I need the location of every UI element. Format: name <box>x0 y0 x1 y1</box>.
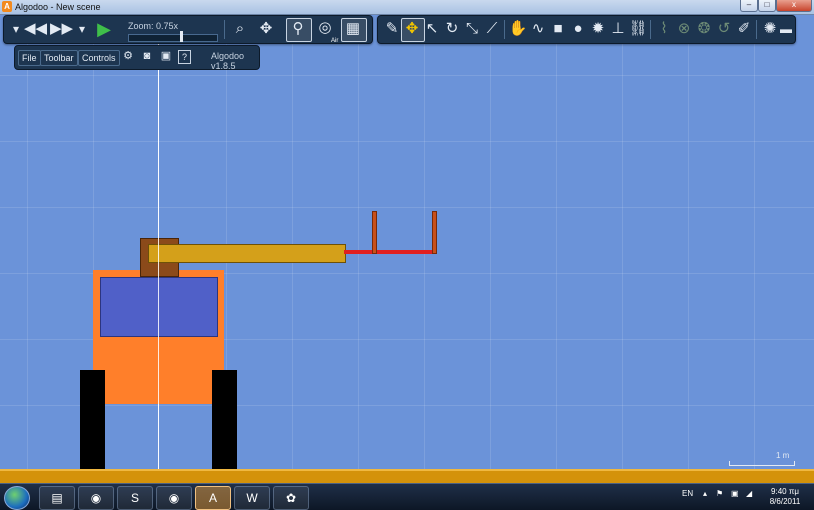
move-tool-icon[interactable]: ✥ <box>402 19 422 39</box>
robot-right-leg[interactable] <box>212 370 237 469</box>
chain-icon[interactable]: ⛓ <box>628 19 648 39</box>
menu-dropdown-icon[interactable]: ▾ <box>6 19 26 39</box>
volume-icon[interactable]: ◢ <box>746 489 752 498</box>
grid-line <box>358 15 359 483</box>
tray-expand-icon[interactable]: ▴ <box>703 489 707 498</box>
window-title: Algodoo - New scene <box>15 2 101 12</box>
toolbar-separator <box>224 20 225 39</box>
fast-forward-icon[interactable]: ▶▶ <box>50 19 73 39</box>
explorer-icon[interactable]: ▤ <box>39 486 75 510</box>
clock-time: 9:40 πμ <box>771 487 799 496</box>
robot-left-leg[interactable] <box>80 370 105 469</box>
eraser-icon[interactable]: ▬ <box>776 19 796 39</box>
close-button[interactable]: x <box>776 0 812 12</box>
tools-toolbar: ✎ ✥ ↖ ↻ ⤡ ⟋ ✋ ∿ ■ ● ✹ ⊥ ⛓ ⌇ ⊗ ❂ ↺ ✐ ✺ ▬ <box>377 15 796 44</box>
zoom-slider[interactable] <box>128 34 218 42</box>
controls-button[interactable]: Controls <box>78 50 120 66</box>
grid-line <box>424 15 425 483</box>
menu-toolbar: File Toolbar Controls ⚙ ◙ ▣ ? Algodoo v1… <box>14 45 260 71</box>
axle-icon[interactable]: ❂ <box>694 19 714 39</box>
algodoo-icon[interactable]: A <box>195 486 231 510</box>
simulation-toolbar: ▾ ◀◀ ▶▶ ▾ ▶ Zoom: 0.75x ⌕ ✥ ⚲ ◎ Air ▦ <box>3 15 373 44</box>
grid-line <box>0 75 814 76</box>
knife-icon[interactable]: ⟋ <box>482 19 502 39</box>
camera-icon[interactable]: ◙ <box>140 49 154 64</box>
title-bar: A Algodoo - New scene – □ x <box>0 0 814 15</box>
box-icon[interactable]: ■ <box>548 19 568 39</box>
firefox-icon[interactable]: ◉ <box>156 486 192 510</box>
pen-icon[interactable]: ✐ <box>734 19 754 39</box>
skype-icon[interactable]: S <box>117 486 153 510</box>
rewind-icon[interactable]: ◀◀ <box>24 19 47 39</box>
sketch-icon[interactable]: ✎ <box>382 19 402 39</box>
grid-line <box>27 15 28 483</box>
air-label: Air <box>331 38 339 44</box>
circle-icon[interactable]: ● <box>568 19 588 39</box>
word-icon[interactable]: W <box>234 486 270 510</box>
grid-line <box>0 141 814 142</box>
drag-icon[interactable]: ↖ <box>422 19 442 39</box>
maximize-button[interactable]: □ <box>758 0 776 12</box>
spring-icon[interactable]: ⌇ <box>654 19 674 39</box>
gravity-icon[interactable]: ⚲ <box>288 19 308 39</box>
rotate-icon[interactable]: ↻ <box>442 19 462 39</box>
claw-bar[interactable] <box>344 250 437 254</box>
help-icon[interactable]: ? <box>178 50 191 64</box>
grid-line <box>622 15 623 483</box>
toolbar-separator <box>756 20 757 39</box>
grab-icon[interactable]: ✋ <box>508 19 528 39</box>
network-icon[interactable]: ▣ <box>731 489 739 498</box>
cursor-guide-line-overlay <box>158 15 159 483</box>
scale-label: 1 m <box>776 451 790 460</box>
settings-gear-icon[interactable]: ⚙ <box>121 49 135 64</box>
minimize-button[interactable]: – <box>740 0 758 12</box>
gear-icon[interactable]: ✹ <box>588 19 608 39</box>
clock-date: 8/6/2011 <box>769 497 801 506</box>
magnifier-icon[interactable]: ⌕ <box>230 19 250 39</box>
zoom-label: Zoom: 0.75x <box>128 21 179 31</box>
speed-dropdown-icon[interactable]: ▾ <box>72 19 92 39</box>
hinge-icon[interactable]: ⊗ <box>674 19 694 39</box>
paint-icon[interactable]: ✿ <box>273 486 309 510</box>
grid-line <box>754 15 755 483</box>
play-icon[interactable]: ▶ <box>94 19 114 39</box>
toolbar-button[interactable]: Toolbar <box>40 50 78 66</box>
robot-window[interactable] <box>100 277 218 337</box>
version-label: Algodoo v1.8.5 <box>211 51 245 71</box>
zoom-slider-handle[interactable] <box>180 31 183 42</box>
grid-icon[interactable]: ▦ <box>343 19 363 39</box>
simulation-canvas[interactable] <box>0 15 814 483</box>
toolbar-separator <box>650 20 651 39</box>
firefox-icon[interactable]: ◉ <box>78 486 114 510</box>
air-icon[interactable]: ◎ <box>315 18 335 38</box>
motor-icon[interactable]: ↺ <box>714 19 734 39</box>
file-button[interactable]: File <box>18 50 41 66</box>
scale-bar <box>729 461 795 466</box>
grid-line <box>490 15 491 483</box>
toolbar-separator <box>504 20 505 39</box>
robot-arm[interactable] <box>148 244 346 263</box>
move-icon[interactable]: ✥ <box>256 19 276 39</box>
grid-line <box>0 207 814 208</box>
window-icon[interactable]: ▣ <box>159 49 173 64</box>
language-indicator[interactable]: EN <box>682 489 693 498</box>
claw-left-finger[interactable] <box>372 211 377 254</box>
algodoo-app-icon: A <box>2 1 12 12</box>
grid-line <box>556 15 557 483</box>
grid-line <box>0 405 814 406</box>
fixate-icon[interactable]: ⊥ <box>608 19 628 39</box>
action-center-flag-icon[interactable]: ⚑ <box>716 489 723 498</box>
claw-right-finger[interactable] <box>432 211 437 254</box>
grid-line <box>688 15 689 483</box>
clock[interactable]: 9:40 πμ 8/6/2011 <box>764 487 806 507</box>
start-button[interactable] <box>4 486 30 510</box>
scale-icon[interactable]: ⤡ <box>462 19 482 39</box>
rope-icon[interactable]: ∿ <box>528 19 548 39</box>
windows-taskbar: ▤ ◉ S ◉ A W ✿ EN ▴ ⚑ ▣ ◢ 9:40 πμ 8/6/201… <box>0 483 814 510</box>
